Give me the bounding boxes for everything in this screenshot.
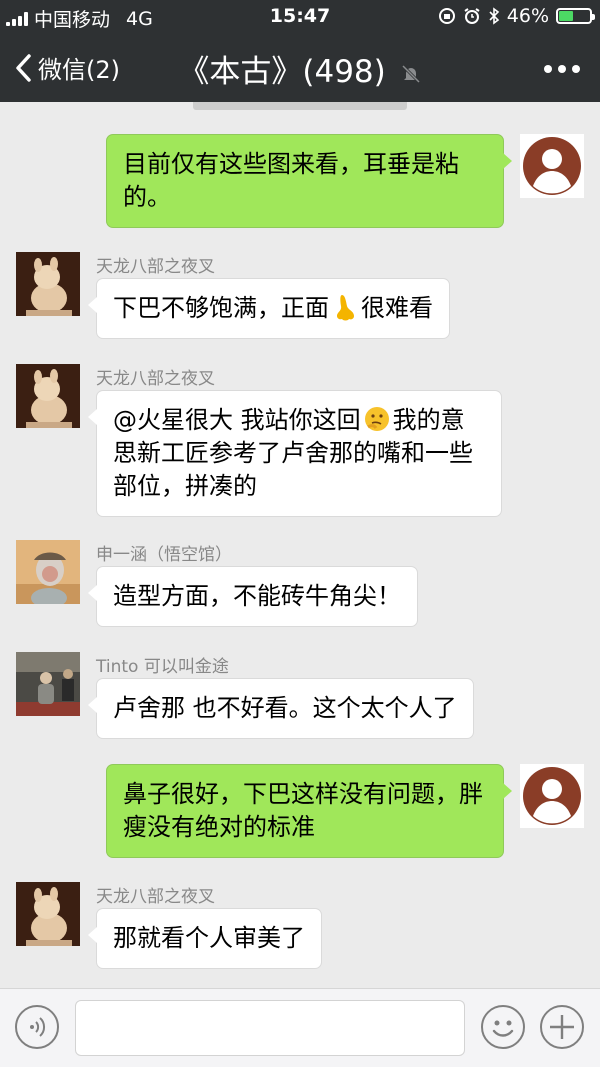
more-options-button[interactable]: [544, 65, 580, 73]
status-icons: 46%: [438, 5, 595, 27]
incoming-bubble[interactable]: 那就看个人审美了: [88, 908, 322, 969]
message-text: 那就看个人审美了: [113, 924, 305, 952]
rabbit-statue-avatar: [16, 252, 80, 316]
thinking-emoji-icon: [364, 407, 389, 431]
bluetooth-icon: [489, 7, 499, 25]
message-list[interactable]: 目前仅有这些图来看，耳垂是粘的。 天龙八部之夜叉 下巴不够饱满，正面 很难看 天龙…: [0, 102, 600, 990]
avatar[interactable]: [16, 882, 80, 946]
message-text: 目前仅有这些图来看，耳垂是粘的。: [123, 150, 459, 211]
sender-name: Tinto 可以叫金途: [96, 657, 229, 677]
voice-button[interactable]: [15, 1005, 59, 1049]
dot-icon: [558, 65, 566, 73]
message-input[interactable]: [75, 1000, 465, 1056]
monkey-painting-avatar: [16, 540, 80, 604]
dot-icon: [572, 65, 580, 73]
emoji-button[interactable]: [481, 1005, 525, 1049]
orientation-lock-icon: [438, 8, 455, 24]
avatar[interactable]: [16, 540, 80, 604]
dot-icon: [544, 65, 552, 73]
avatar[interactable]: [16, 252, 80, 316]
alarm-icon: [464, 8, 480, 24]
plus-icon: [550, 1015, 574, 1039]
battery-icon: [556, 8, 595, 24]
avatar[interactable]: [16, 652, 80, 716]
message-text: 下巴不够饱满，正面: [113, 294, 329, 322]
sender-name: 天龙八部之夜叉: [96, 369, 215, 389]
self-avatar[interactable]: [520, 134, 584, 198]
incoming-bubble[interactable]: @火星很大 我站你这回 我的意思新工匠参考了卢舍那的嘴和一些部位，拼凑的: [88, 390, 502, 517]
message-text: 造型方面，不能砖牛角尖！: [113, 582, 401, 610]
sender-name: 申一涵（悟空馆）: [96, 545, 232, 565]
timestamp-pill: [193, 102, 407, 110]
sender-name: 天龙八部之夜叉: [96, 887, 215, 907]
self-avatar[interactable]: [520, 764, 584, 828]
emoji-face-icon: [492, 1020, 514, 1037]
rabbit-statue-avatar: [16, 364, 80, 428]
outgoing-bubble[interactable]: 鼻子很好，下巴这样没有问题，胖瘦没有绝对的标准: [106, 764, 512, 858]
status-bar: 中国移动 4G 15:47 46%: [0, 0, 600, 32]
avatar[interactable]: [16, 364, 80, 428]
message-text: @火星很大 我站你这回: [113, 406, 361, 434]
chat-title: 《本古》(498): [178, 54, 386, 90]
voice-icon: [30, 1017, 46, 1037]
sender-name: 天龙八部之夜叉: [96, 257, 215, 277]
nose-emoji-icon: [337, 295, 354, 321]
chat-title-wrap: 《本古》(498): [0, 46, 600, 91]
chat-header: 微信(2) 《本古》(498): [0, 32, 600, 102]
outgoing-bubble[interactable]: 目前仅有这些图来看，耳垂是粘的。: [106, 134, 512, 228]
message-text: 卢舍那 也不好看。这个太个人了: [113, 694, 457, 722]
input-bar: [0, 988, 600, 1067]
incoming-bubble[interactable]: 下巴不够饱满，正面 很难看: [88, 278, 450, 339]
message-text: 鼻子很好，下巴这样没有问题，胖瘦没有绝对的标准: [123, 780, 483, 841]
mute-bell-icon: [401, 64, 420, 83]
incoming-bubble[interactable]: 卢舍那 也不好看。这个太个人了: [88, 678, 474, 739]
people-photo-avatar: [16, 652, 80, 716]
battery-percent: 46%: [506, 5, 549, 27]
rabbit-statue-avatar: [16, 882, 80, 946]
incoming-bubble[interactable]: 造型方面，不能砖牛角尖！: [88, 566, 418, 627]
more-actions-button[interactable]: [540, 1005, 584, 1049]
message-text: 很难看: [361, 294, 433, 322]
